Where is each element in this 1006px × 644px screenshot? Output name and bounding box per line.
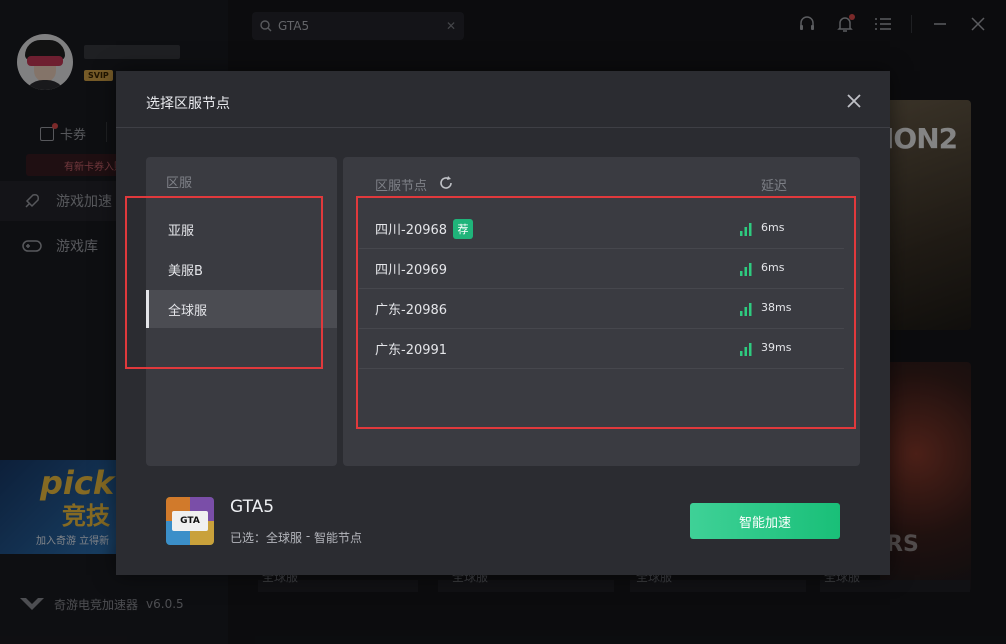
selected-prefix: 已选：	[230, 531, 267, 545]
region-header: 区服	[166, 176, 193, 191]
node-latency: 6ms	[761, 261, 785, 274]
node-name: 广东-20991	[375, 343, 448, 358]
signal-icon	[740, 223, 752, 236]
node-row[interactable]: 四川-20969 6ms	[359, 249, 844, 289]
close-icon[interactable]	[844, 91, 864, 111]
signal-icon	[740, 303, 752, 316]
node-latency: 38ms	[761, 301, 792, 314]
node-row[interactable]: 四川-20968 荐 6ms	[359, 209, 844, 249]
recommended-badge: 荐	[453, 218, 474, 239]
game-name: GTA5	[230, 497, 275, 517]
game-cover-icon: GTA	[166, 497, 214, 545]
node-panel: 区服节点 延迟 四川-20968 荐 6ms 四川-20969 6ms 广东-2…	[343, 157, 860, 466]
node-name: 广东-20986	[375, 303, 448, 318]
dialog-title: 选择区服节点	[146, 96, 230, 112]
region-panel: 区服 亚服 美服B 全球服	[146, 157, 337, 466]
dialog-divider	[116, 127, 890, 128]
selected-region: 全球服	[266, 531, 303, 545]
latency-header: 延迟	[761, 179, 788, 194]
region-item-us-b[interactable]: 美服B	[146, 250, 337, 288]
selected-separator: -	[302, 529, 314, 543]
node-row[interactable]: 广东-20991 39ms	[359, 329, 844, 369]
refresh-icon[interactable]	[438, 175, 454, 191]
signal-icon	[740, 343, 752, 356]
region-item-global[interactable]: 全球服	[146, 290, 337, 328]
node-latency: 39ms	[761, 341, 792, 354]
smart-accelerate-button[interactable]: 智能加速	[690, 503, 840, 539]
node-name: 四川-20969	[375, 263, 448, 278]
node-header: 区服节点	[375, 179, 428, 194]
region-item-asia[interactable]: 亚服	[146, 210, 337, 248]
server-node-dialog: 选择区服节点 区服 亚服 美服B 全球服 区服节点 延迟 四川-20968 荐 …	[116, 71, 890, 575]
node-name: 四川-20968	[375, 223, 448, 238]
signal-icon	[740, 263, 752, 276]
selected-node: 智能节点	[314, 531, 363, 545]
game-icon-text: GTA	[172, 511, 208, 531]
node-latency: 6ms	[761, 221, 785, 234]
node-row[interactable]: 广东-20986 38ms	[359, 289, 844, 329]
selected-summary: 已选： 全球服 - 智能节点	[230, 529, 362, 546]
